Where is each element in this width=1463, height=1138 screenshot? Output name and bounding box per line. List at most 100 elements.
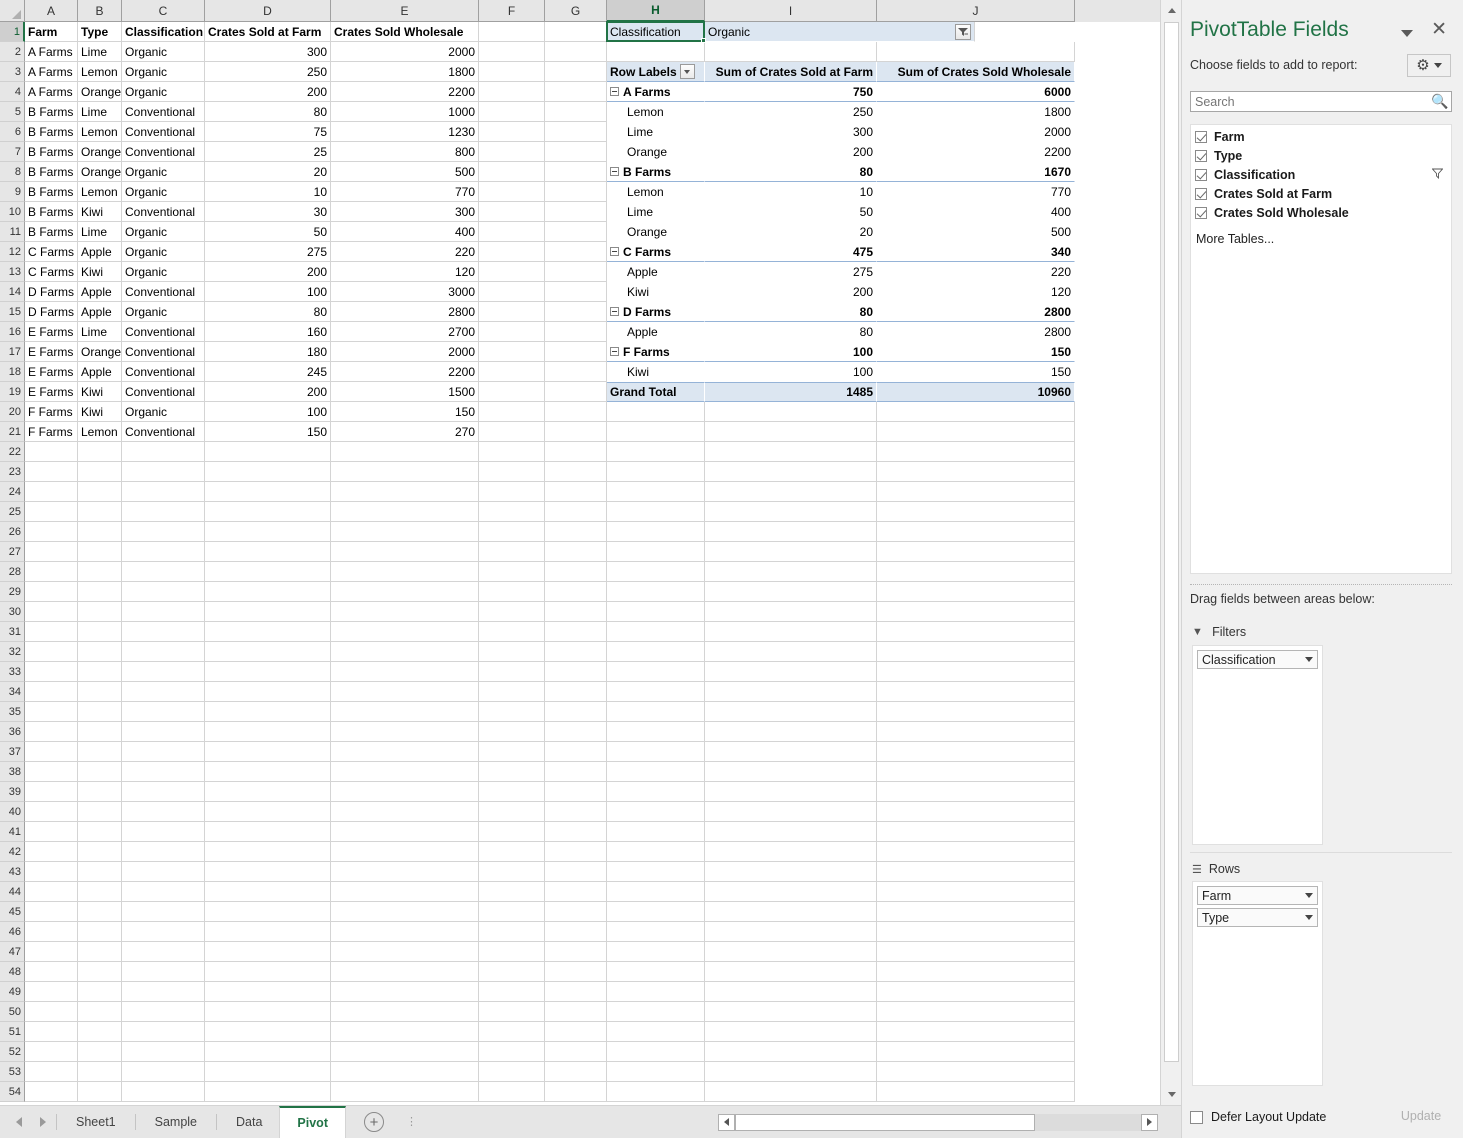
empty-cell[interactable] xyxy=(78,822,122,842)
empty-cell[interactable] xyxy=(122,922,205,942)
empty-cell[interactable] xyxy=(545,622,607,642)
empty-cell[interactable] xyxy=(479,262,545,282)
empty-cell[interactable] xyxy=(877,462,1075,482)
empty-cell[interactable] xyxy=(122,1002,205,1022)
empty-cell[interactable] xyxy=(705,822,877,842)
source-data-cell[interactable]: Lemon xyxy=(78,422,122,442)
empty-cell[interactable] xyxy=(78,1002,122,1022)
field-checkbox[interactable] xyxy=(1195,131,1207,143)
collapse-toggle-icon[interactable] xyxy=(610,247,619,256)
empty-cell[interactable] xyxy=(705,702,877,722)
empty-cell[interactable] xyxy=(25,542,78,562)
empty-cell[interactable] xyxy=(122,602,205,622)
empty-cell[interactable] xyxy=(607,582,705,602)
empty-cell[interactable] xyxy=(545,382,607,402)
source-data-cell[interactable]: Organic xyxy=(122,242,205,262)
empty-cell[interactable] xyxy=(479,1042,545,1062)
row-header-39[interactable]: 39 xyxy=(0,782,25,802)
column-header-e[interactable]: E xyxy=(331,0,479,22)
empty-cell[interactable] xyxy=(479,1022,545,1042)
row-header-36[interactable]: 36 xyxy=(0,722,25,742)
empty-cell[interactable] xyxy=(545,1062,607,1082)
empty-cell[interactable] xyxy=(545,362,607,382)
empty-cell[interactable] xyxy=(331,602,479,622)
empty-cell[interactable] xyxy=(705,982,877,1002)
empty-cell[interactable] xyxy=(607,842,705,862)
pivot-group-label[interactable]: C Farms xyxy=(607,242,705,262)
source-data-cell[interactable]: Organic xyxy=(122,62,205,82)
pivot-value-cell[interactable]: 20 xyxy=(705,222,877,242)
empty-cell[interactable] xyxy=(479,502,545,522)
empty-cell[interactable] xyxy=(78,662,122,682)
source-data-cell[interactable]: Kiwi xyxy=(78,382,122,402)
empty-cell[interactable] xyxy=(122,982,205,1002)
empty-cell[interactable] xyxy=(705,1002,877,1022)
empty-cell[interactable] xyxy=(78,482,122,502)
source-data-cell[interactable]: Organic xyxy=(122,42,205,62)
empty-cell[interactable] xyxy=(205,682,331,702)
empty-cell[interactable] xyxy=(25,662,78,682)
empty-cell[interactable] xyxy=(545,402,607,422)
empty-cell[interactable] xyxy=(545,642,607,662)
source-header-cell[interactable]: Farm xyxy=(25,22,78,42)
row-header-15[interactable]: 15 xyxy=(0,302,25,322)
empty-cell[interactable] xyxy=(331,782,479,802)
worksheet-grid[interactable]: ABCDEFGHIJ 12345678910111213141516171819… xyxy=(0,0,1181,1105)
source-data-cell[interactable]: Organic xyxy=(122,222,205,242)
empty-cell[interactable] xyxy=(205,642,331,662)
pivot-value-cell[interactable]: 220 xyxy=(877,262,1075,282)
empty-cell[interactable] xyxy=(25,902,78,922)
source-data-cell[interactable]: 800 xyxy=(331,142,479,162)
defer-layout-update-row[interactable]: Defer Layout Update xyxy=(1190,1110,1326,1124)
empty-cell[interactable] xyxy=(331,1022,479,1042)
empty-cell[interactable] xyxy=(78,962,122,982)
empty-cell[interactable] xyxy=(331,982,479,1002)
empty-cell[interactable] xyxy=(25,762,78,782)
empty-cell[interactable] xyxy=(877,982,1075,1002)
source-data-cell[interactable]: 30 xyxy=(205,202,331,222)
empty-cell[interactable] xyxy=(545,602,607,622)
source-data-cell[interactable]: 250 xyxy=(205,62,331,82)
empty-cell[interactable] xyxy=(877,482,1075,502)
row-header-32[interactable]: 32 xyxy=(0,642,25,662)
empty-cell[interactable] xyxy=(331,822,479,842)
empty-cell[interactable] xyxy=(122,862,205,882)
search-input[interactable] xyxy=(1191,92,1429,111)
source-data-cell[interactable]: B Farms xyxy=(25,182,78,202)
pivot-value-cell[interactable]: 275 xyxy=(705,262,877,282)
empty-cell[interactable] xyxy=(607,402,705,422)
empty-cell[interactable] xyxy=(122,842,205,862)
empty-cell[interactable] xyxy=(122,622,205,642)
empty-cell[interactable] xyxy=(545,342,607,362)
field-row-crates-sold-wholesale[interactable]: Crates Sold Wholesale xyxy=(1191,203,1451,222)
source-data-cell[interactable]: 50 xyxy=(205,222,331,242)
empty-cell[interactable] xyxy=(331,722,479,742)
empty-cell[interactable] xyxy=(607,462,705,482)
empty-cell[interactable] xyxy=(607,902,705,922)
empty-cell[interactable] xyxy=(607,782,705,802)
column-header-f[interactable]: F xyxy=(479,0,545,22)
source-data-cell[interactable]: Orange xyxy=(78,342,122,362)
field-checkbox[interactable] xyxy=(1195,207,1207,219)
source-data-cell[interactable]: 160 xyxy=(205,322,331,342)
cell-canvas[interactable]: FarmTypeClassificationCrates Sold at Far… xyxy=(25,22,1160,1105)
empty-cell[interactable] xyxy=(122,702,205,722)
empty-cell[interactable] xyxy=(877,582,1075,602)
empty-cell[interactable] xyxy=(78,462,122,482)
empty-cell[interactable] xyxy=(705,722,877,742)
empty-cell[interactable] xyxy=(78,442,122,462)
empty-cell[interactable] xyxy=(25,982,78,1002)
source-data-cell[interactable]: C Farms xyxy=(25,242,78,262)
source-data-cell[interactable]: 80 xyxy=(205,102,331,122)
empty-cell[interactable] xyxy=(122,902,205,922)
empty-cell[interactable] xyxy=(607,1002,705,1022)
source-data-cell[interactable]: F Farms xyxy=(25,402,78,422)
source-data-cell[interactable]: D Farms xyxy=(25,282,78,302)
scroll-up-button[interactable] xyxy=(1161,0,1181,21)
empty-cell[interactable] xyxy=(122,1082,205,1102)
source-data-cell[interactable]: E Farms xyxy=(25,382,78,402)
empty-cell[interactable] xyxy=(331,482,479,502)
empty-cell[interactable] xyxy=(78,682,122,702)
row-header-51[interactable]: 51 xyxy=(0,1022,25,1042)
source-data-cell[interactable]: 200 xyxy=(205,382,331,402)
